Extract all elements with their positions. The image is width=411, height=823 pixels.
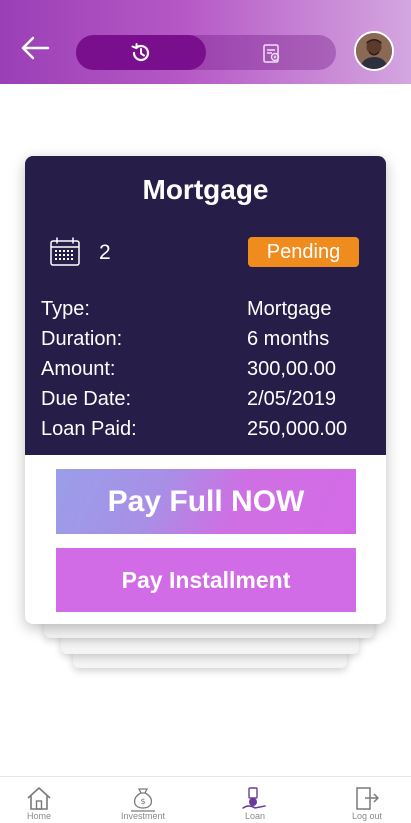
tab-logout[interactable]: Log out (328, 777, 406, 823)
pay-full-button[interactable]: Pay Full NOW (56, 469, 356, 534)
detail-label: Loan Paid: (41, 418, 137, 440)
back-button[interactable] (19, 34, 51, 62)
loan-document-icon (263, 43, 280, 63)
installment-count: 2 (99, 241, 111, 264)
app-header (0, 0, 411, 84)
detail-value: 300,00.00 (247, 358, 336, 380)
tab-label: Home (26, 811, 51, 821)
detail-label: Due Date: (41, 388, 132, 410)
detail-value: Mortgage (247, 298, 332, 320)
tab-home[interactable]: Home (0, 777, 78, 823)
detail-value: 2/05/2019 (247, 388, 336, 410)
pay-installment-button[interactable]: Pay Installment (56, 548, 356, 612)
detail-row-loan-paid: Loan Paid: 250,000.00 (41, 418, 371, 446)
loan-title: Mortgage (142, 174, 269, 205)
bottom-tab-bar: Home $ Investment Loan Log out (0, 776, 411, 823)
view-toggle (76, 35, 336, 70)
avatar-image (356, 33, 392, 69)
detail-row-duration: Duration: 6 months (41, 328, 371, 356)
user-avatar[interactable] (354, 31, 394, 71)
detail-value: 6 months (247, 328, 330, 350)
loan-hand-icon (242, 787, 266, 809)
calendar-icon (50, 237, 80, 266)
loan-card: Mortgage 2 Pending Type: Mortgage Durati… (25, 156, 386, 624)
tab-label: Investment (120, 811, 166, 821)
tab-history[interactable] (76, 35, 206, 70)
history-icon (131, 42, 150, 61)
detail-row-type: Type: Mortgage (41, 298, 371, 326)
status-badge: Pending (248, 237, 359, 267)
tab-loan-documents[interactable] (206, 35, 336, 70)
detail-row-due-date: Due Date: 2/05/2019 (41, 388, 371, 416)
tab-investment[interactable]: $ Investment (104, 777, 182, 823)
arrow-left-icon (21, 36, 50, 60)
logout-icon (356, 787, 379, 810)
home-icon (27, 787, 51, 810)
detail-value: 250,000.00 (247, 418, 348, 440)
money-bag-icon: $ (131, 788, 155, 812)
svg-text:$: $ (140, 797, 145, 806)
detail-label: Type: (41, 298, 90, 320)
detail-row-amount: Amount: 300,00.00 (41, 358, 371, 386)
detail-label: Amount: (41, 358, 116, 380)
detail-label: Duration: (41, 328, 123, 350)
tab-label: Loan (244, 811, 266, 821)
loan-details-panel: Mortgage 2 Pending Type: Mortgage Durati… (25, 156, 386, 455)
tab-loan[interactable]: Loan (216, 777, 294, 823)
tab-label: Log out (351, 811, 383, 821)
